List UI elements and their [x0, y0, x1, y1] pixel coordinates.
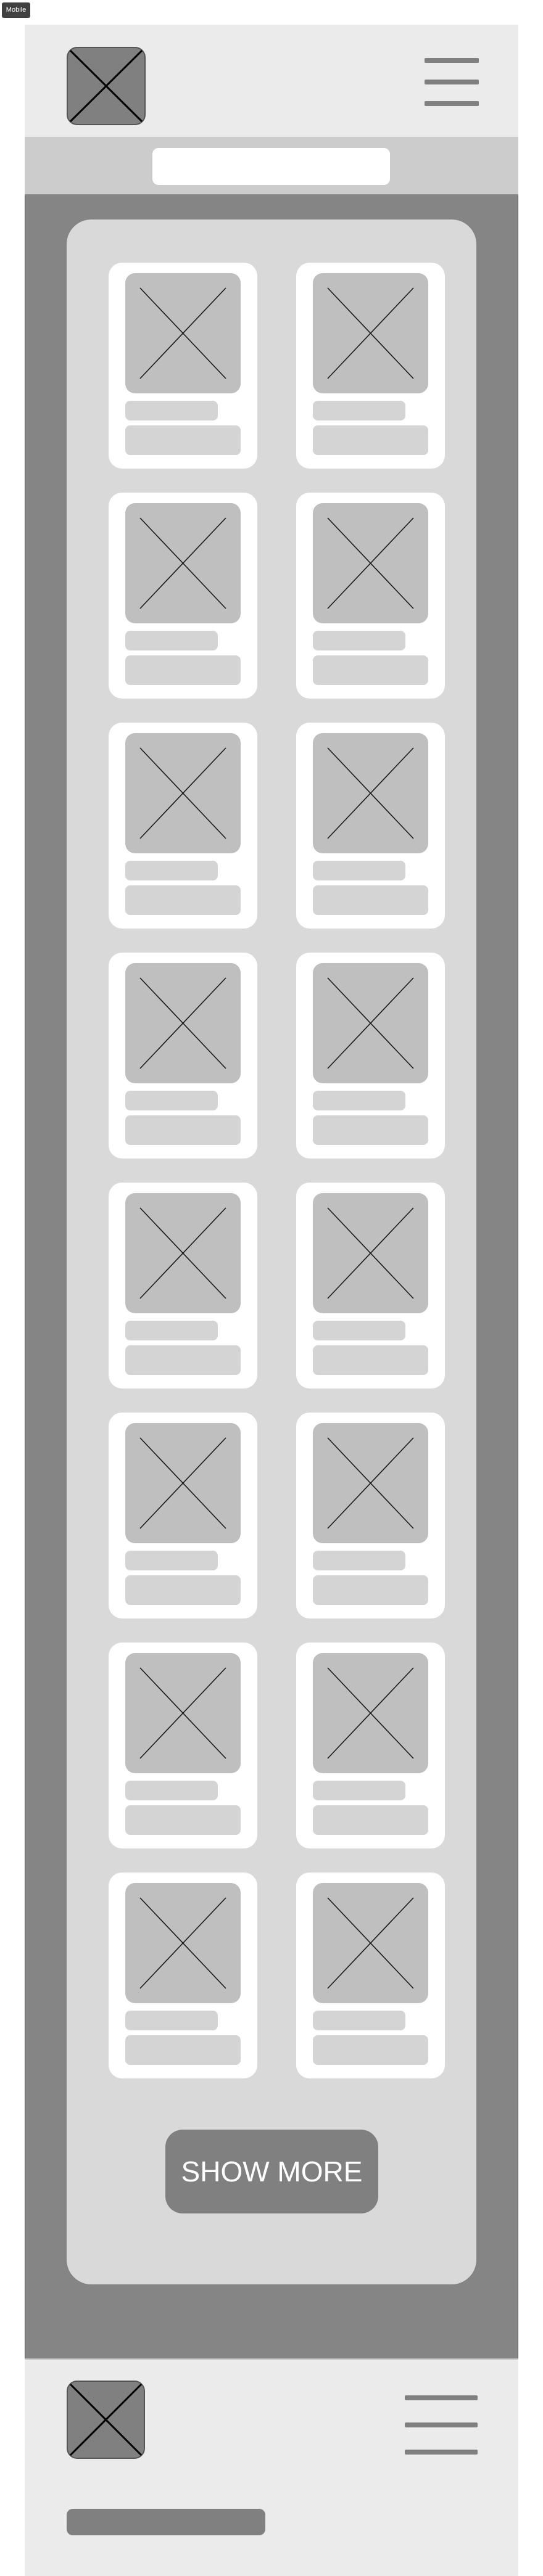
- product-title-placeholder: [313, 861, 405, 880]
- image-placeholder-icon: [313, 1423, 428, 1543]
- product-card[interactable]: [296, 1183, 445, 1388]
- product-card[interactable]: [296, 1413, 445, 1618]
- image-placeholder-icon: [313, 503, 428, 623]
- footer-link-placeholder[interactable]: [67, 2509, 265, 2535]
- image-placeholder-icon: [125, 273, 241, 393]
- image-placeholder-icon: [125, 1653, 241, 1773]
- product-title-placeholder: [313, 2011, 405, 2030]
- image-placeholder-icon: [125, 963, 241, 1083]
- product-card[interactable]: [296, 263, 445, 469]
- product-title-placeholder: [125, 1551, 218, 1570]
- product-card[interactable]: [109, 1873, 257, 2078]
- image-placeholder-icon: [313, 1883, 428, 2003]
- show-more-button[interactable]: SHOW MORE: [165, 2130, 378, 2213]
- product-title-placeholder: [125, 1781, 218, 1800]
- logo-placeholder-icon[interactable]: [67, 47, 146, 125]
- product-title-placeholder: [125, 1321, 218, 1340]
- product-description-placeholder: [313, 1805, 428, 1835]
- footer-logo-placeholder-icon[interactable]: [67, 2381, 145, 2459]
- product-title-placeholder: [313, 401, 405, 420]
- product-title-placeholder: [313, 1091, 405, 1110]
- product-description-placeholder: [125, 2035, 241, 2065]
- image-placeholder-icon: [125, 1193, 241, 1313]
- product-description-placeholder: [125, 425, 241, 455]
- product-card[interactable]: [296, 1643, 445, 1848]
- product-card[interactable]: [109, 723, 257, 929]
- product-card[interactable]: [109, 1643, 257, 1848]
- image-placeholder-icon: [125, 1423, 241, 1543]
- product-description-placeholder: [313, 885, 428, 915]
- image-placeholder-icon: [313, 733, 428, 853]
- search-input[interactable]: [152, 148, 390, 185]
- product-title-placeholder: [125, 401, 218, 420]
- product-description-placeholder: [125, 1805, 241, 1835]
- product-title-placeholder: [313, 1781, 405, 1800]
- product-title-placeholder: [313, 1321, 405, 1340]
- product-description-placeholder: [313, 655, 428, 685]
- product-card[interactable]: [296, 723, 445, 929]
- product-description-placeholder: [125, 885, 241, 915]
- product-card[interactable]: [296, 953, 445, 1159]
- product-description-placeholder: [313, 2035, 428, 2065]
- product-title-placeholder: [313, 631, 405, 650]
- product-title-placeholder: [125, 861, 218, 880]
- product-title-placeholder: [125, 2011, 218, 2030]
- product-description-placeholder: [125, 1345, 241, 1375]
- product-card[interactable]: [109, 493, 257, 699]
- product-description-placeholder: [125, 655, 241, 685]
- image-placeholder-icon: [313, 1653, 428, 1773]
- product-description-placeholder: [313, 425, 428, 455]
- product-description-placeholder: [125, 1115, 241, 1145]
- product-title-placeholder: [313, 1551, 405, 1570]
- product-description-placeholder: [313, 1345, 428, 1375]
- product-description-placeholder: [125, 1575, 241, 1605]
- image-placeholder-icon: [313, 273, 428, 393]
- frame-label: Mobile: [2, 2, 30, 18]
- image-placeholder-icon: [313, 1193, 428, 1313]
- product-card[interactable]: [296, 1873, 445, 2078]
- image-placeholder-icon: [125, 503, 241, 623]
- product-title-placeholder: [125, 1091, 218, 1110]
- product-description-placeholder: [313, 1115, 428, 1145]
- product-title-placeholder: [125, 631, 218, 650]
- product-card[interactable]: [109, 953, 257, 1159]
- image-placeholder-icon: [313, 963, 428, 1083]
- product-card[interactable]: [109, 1183, 257, 1388]
- hamburger-menu-icon[interactable]: [425, 58, 479, 106]
- footer-hamburger-menu-icon[interactable]: [405, 2395, 478, 2455]
- image-placeholder-icon: [125, 733, 241, 853]
- product-card[interactable]: [109, 1413, 257, 1618]
- product-card[interactable]: [109, 263, 257, 469]
- product-description-placeholder: [313, 1575, 428, 1605]
- product-card[interactable]: [296, 493, 445, 699]
- image-placeholder-icon: [125, 1883, 241, 2003]
